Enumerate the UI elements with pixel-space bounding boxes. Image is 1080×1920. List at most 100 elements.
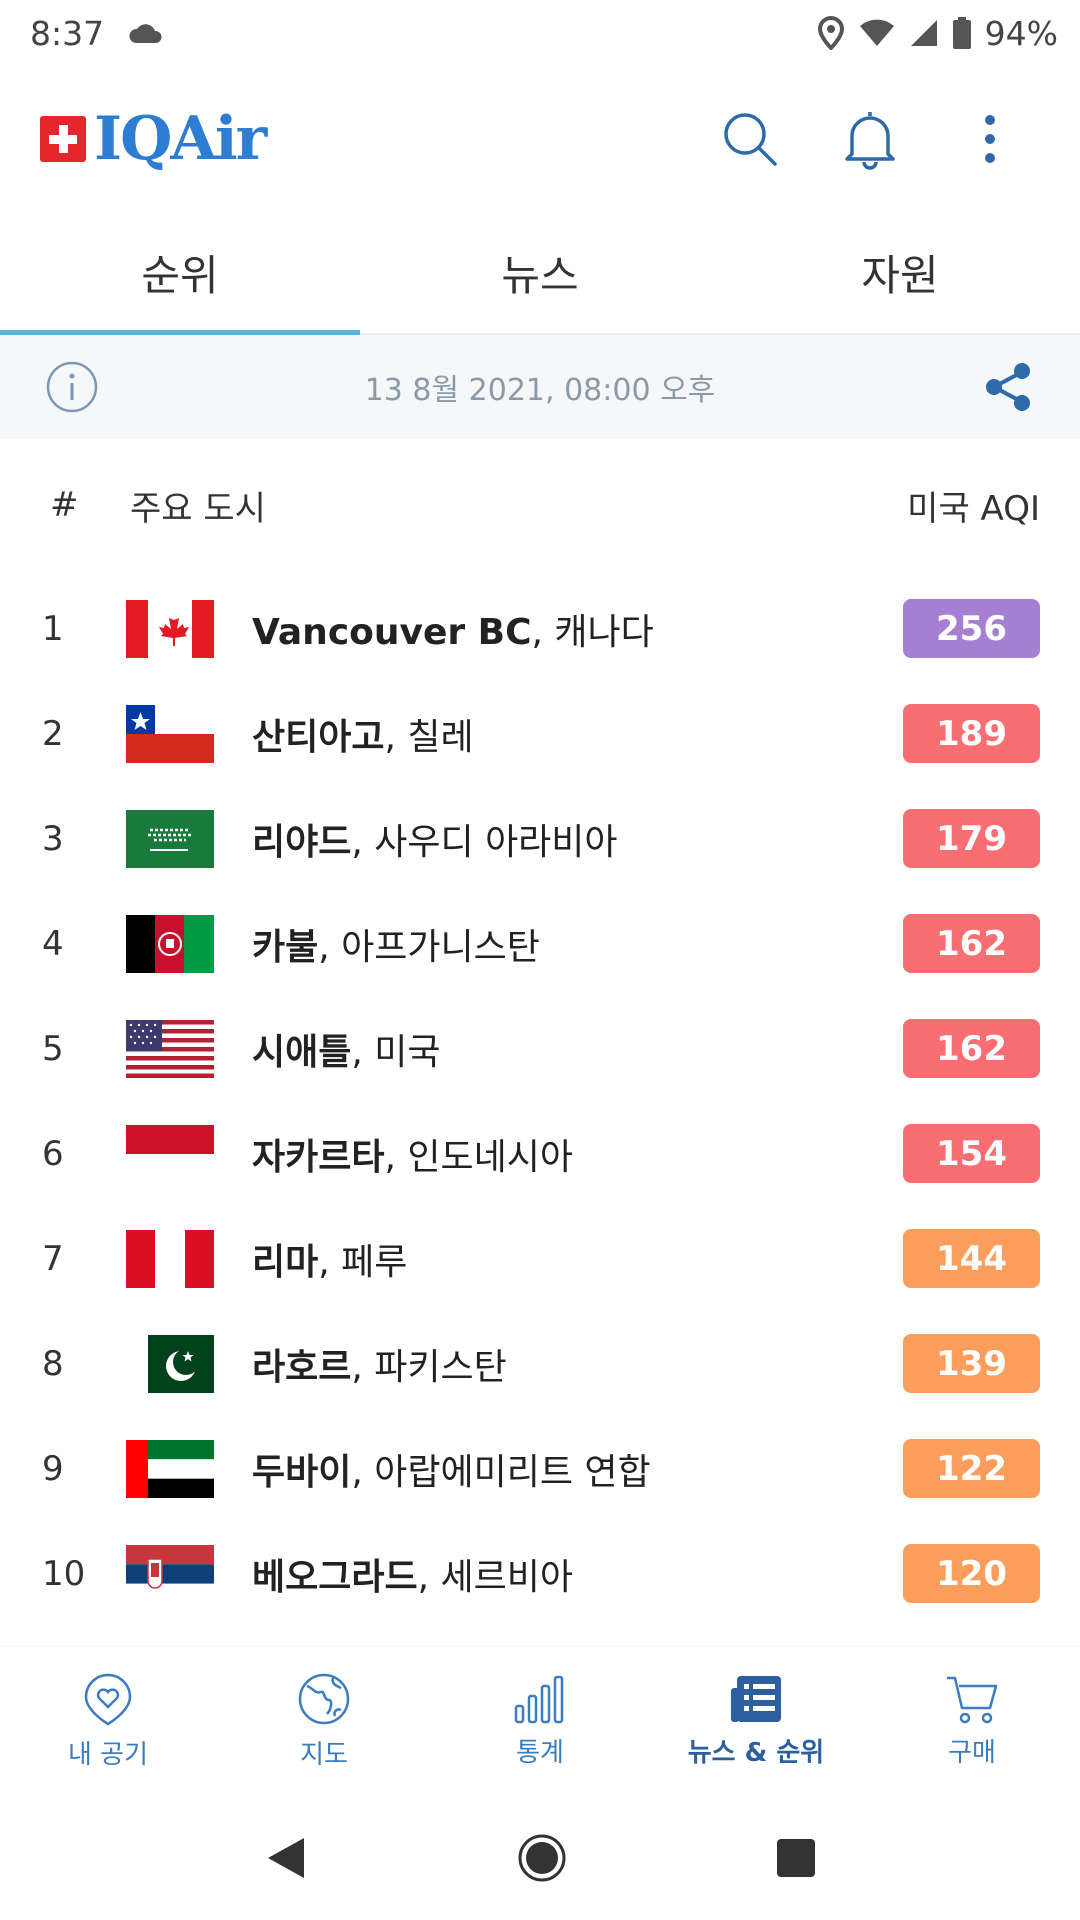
app-bar: IQAir	[0, 66, 1080, 211]
globe-icon	[298, 1673, 350, 1725]
aqi-column-header: 미국 AQI	[907, 488, 1040, 529]
rank-number: 5	[42, 1028, 64, 1069]
nav-label: 구매	[948, 1738, 996, 1768]
ranking-row[interactable]: 6 자카르타, 인도네시아 154	[0, 1101, 1080, 1206]
aqi-badge: 122	[903, 1439, 1040, 1498]
back-icon[interactable]	[264, 1834, 308, 1882]
tab-resources[interactable]: 자원	[720, 211, 1080, 333]
ranking-row[interactable]: 4 카불, 아프가니스탄 162	[0, 891, 1080, 996]
search-button[interactable]	[700, 89, 800, 189]
rank-number: 4	[42, 923, 64, 964]
battery-level: 94%	[984, 13, 1058, 53]
ranking-row[interactable]: 10 베오그라드, 세르비아 120	[0, 1521, 1080, 1626]
aqi-badge: 189	[903, 704, 1040, 763]
more-options-button[interactable]	[940, 89, 1040, 189]
swiss-flag-icon	[40, 115, 86, 162]
recents-icon[interactable]	[776, 1838, 816, 1878]
aqi-badge: 139	[903, 1334, 1040, 1393]
aqi-badge: 154	[903, 1124, 1040, 1183]
peru-flag-icon	[126, 1229, 214, 1288]
location-icon	[817, 16, 844, 50]
more-vert-icon	[985, 114, 995, 163]
signal-icon	[910, 20, 937, 46]
ranking-row[interactable]: 5 시애틀, 미국 162	[0, 996, 1080, 1101]
ranking-row[interactable]: 3 리야드, 사우디 아라비아 179	[0, 786, 1080, 891]
city-name: 두바이, 아랍에미리트 연합	[252, 1451, 651, 1493]
indonesia-flag-icon	[126, 1124, 214, 1183]
tab-news[interactable]: 뉴스	[360, 211, 720, 333]
news-icon	[731, 1676, 781, 1722]
home-icon[interactable]	[517, 1833, 567, 1883]
usa-flag-icon	[126, 1019, 214, 1078]
rank-number: 6	[42, 1133, 64, 1174]
city-name: 라호르, 파키스탄	[252, 1346, 507, 1388]
rank-number: 9	[42, 1448, 64, 1489]
uae-flag-icon	[126, 1439, 214, 1498]
ranking-row[interactable]: 7 리마, 페루 144	[0, 1206, 1080, 1311]
rank-number: 1	[42, 608, 64, 649]
aqi-badge: 256	[903, 599, 1040, 658]
serbia-flag-icon	[126, 1544, 214, 1603]
saudi-arabia-flag-icon	[126, 809, 214, 868]
info-icon[interactable]	[46, 361, 98, 413]
notifications-button[interactable]	[820, 89, 920, 189]
rank-column-header: #	[50, 485, 79, 525]
rank-number: 3	[42, 818, 64, 859]
battery-icon	[952, 17, 971, 49]
brand-name: IQAir	[94, 103, 267, 174]
bar-chart-icon	[514, 1675, 564, 1724]
city-name: 리야드, 사우디 아라비아	[252, 821, 618, 863]
info-bar: 13 8월 2021, 08:00 오후	[0, 335, 1080, 439]
nav-stats[interactable]: 통계	[432, 1647, 648, 1796]
nav-my-air[interactable]: 내 공기	[0, 1647, 216, 1796]
iqair-logo[interactable]: IQAir	[40, 103, 267, 174]
nav-news-rankings[interactable]: 뉴스 & 순위	[648, 1647, 864, 1796]
rank-number: 10	[42, 1553, 86, 1594]
ranking-list: 1 Vancouver BC, 캐나다 256 2 산티아고, 칠레 189 3…	[0, 576, 1080, 1646]
nav-label: 통계	[516, 1738, 564, 1768]
nav-label: 내 공기	[67, 1740, 149, 1770]
system-navigation	[0, 1796, 1080, 1920]
nav-shop[interactable]: 구매	[864, 1647, 1080, 1796]
city-name: 베오그라드, 세르비아	[252, 1556, 573, 1598]
tab-rankings[interactable]: 순위	[0, 211, 360, 335]
aqi-badge: 179	[903, 809, 1040, 868]
aqi-badge: 144	[903, 1229, 1040, 1288]
ranking-row[interactable]: 1 Vancouver BC, 캐나다 256	[0, 576, 1080, 681]
cart-icon	[947, 1676, 998, 1724]
aqi-badge: 162	[903, 914, 1040, 973]
nav-label: 뉴스 & 순위	[687, 1738, 825, 1768]
chile-flag-icon	[126, 704, 214, 763]
city-name: 카불, 아프가니스탄	[252, 926, 540, 968]
pakistan-flag-icon	[148, 1334, 214, 1393]
ranking-row[interactable]: 2 산티아고, 칠레 189	[0, 681, 1080, 786]
status-bar: 8:37 94%	[0, 0, 1080, 66]
ranking-row[interactable]: 8 라호르, 파키스탄 139	[0, 1311, 1080, 1416]
aqi-badge: 120	[903, 1544, 1040, 1603]
tab-bar: 순위 뉴스 자원	[0, 211, 1080, 335]
search-icon	[724, 112, 777, 166]
afghanistan-flag-icon	[126, 914, 214, 973]
bottom-navigation: 내 공기 지도 통계 뉴스 & 순위 구매	[0, 1646, 1080, 1796]
share-icon[interactable]	[982, 361, 1034, 413]
ranking-list-header: # 주요 도시 미국 AQI	[0, 470, 1080, 540]
rank-number: 8	[42, 1343, 64, 1384]
city-name: 자카르타, 인도네시아	[252, 1136, 573, 1178]
canada-flag-icon	[126, 599, 214, 658]
rank-number: 7	[42, 1238, 64, 1279]
city-column-header: 주요 도시	[130, 488, 266, 529]
nav-label: 지도	[300, 1740, 348, 1770]
nav-map[interactable]: 지도	[216, 1647, 432, 1796]
city-name: 리마, 페루	[252, 1241, 408, 1283]
bell-icon	[845, 111, 895, 170]
rank-number: 2	[42, 713, 64, 754]
city-name: 산티아고, 칠레	[252, 716, 474, 758]
status-time: 8:37	[30, 13, 105, 53]
ranking-row[interactable]: 9 두바이, 아랍에미리트 연합 122	[0, 1416, 1080, 1521]
cloud-icon	[129, 24, 162, 43]
city-name: 시애틀, 미국	[252, 1031, 441, 1073]
aqi-badge: 162	[903, 1019, 1040, 1078]
heart-icon	[84, 1673, 132, 1726]
city-name: Vancouver BC, 캐나다	[252, 611, 654, 653]
ranking-date: 13 8월 2021, 08:00 오후	[364, 373, 716, 408]
